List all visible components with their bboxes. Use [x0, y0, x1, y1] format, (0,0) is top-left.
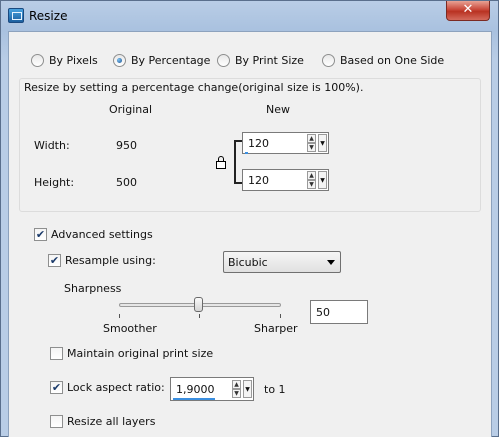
spin-up-icon[interactable]: ▲ — [307, 171, 316, 180]
maintain-print-size-checkbox[interactable]: Maintain original print size — [50, 347, 213, 360]
resize-dialog: Resize ✕ By Pixels By Percentage By Prin… — [0, 0, 499, 437]
checkbox-checked[interactable]: ✔ — [48, 254, 61, 267]
resize-all-layers-checkbox[interactable]: Resize all layers — [50, 415, 155, 428]
sharpness-slider-thumb[interactable] — [194, 297, 203, 312]
aspect-ratio-indicator — [173, 398, 215, 400]
original-column-header: Original — [109, 103, 153, 116]
radio-button-off[interactable] — [31, 54, 44, 67]
chevron-down-icon[interactable]: ▼ — [318, 134, 327, 152]
width-original-value: 950 — [116, 139, 137, 152]
chevron-down-icon[interactable]: ▼ — [243, 380, 252, 398]
spin-up-icon[interactable]: ▲ — [232, 380, 241, 389]
close-button[interactable]: ✕ — [446, 1, 490, 21]
radio-button-off[interactable] — [217, 54, 230, 67]
app-icon — [8, 8, 24, 23]
radio-by-print-size[interactable]: By Print Size — [217, 54, 304, 67]
height-spinner[interactable]: ▲ ▼ — [307, 171, 317, 189]
slider-tick — [119, 314, 120, 318]
radio-by-percentage[interactable]: By Percentage — [113, 54, 210, 67]
sharpness-value-input[interactable]: 50 — [310, 300, 368, 324]
aspect-ratio-spinner[interactable]: ▲ ▼ — [232, 380, 242, 398]
spin-up-icon[interactable]: ▲ — [307, 134, 316, 143]
aspect-lock-bracket — [234, 140, 242, 184]
radio-button-off[interactable] — [322, 54, 335, 67]
spin-down-icon[interactable]: ▼ — [232, 389, 241, 398]
radio-button-on[interactable] — [113, 54, 126, 67]
advanced-settings-checkbox[interactable]: ✔ Advanced settings — [34, 228, 153, 241]
checkbox-unchecked[interactable] — [50, 347, 63, 360]
lock-aspect-ratio-checkbox[interactable]: ✔ Lock aspect ratio: — [50, 381, 165, 394]
radio-based-on-one-side[interactable]: Based on One Side — [322, 54, 444, 67]
slider-tick — [199, 314, 200, 318]
width-preset-indicator — [245, 152, 248, 154]
chevron-down-icon — [327, 260, 335, 265]
chevron-down-icon[interactable]: ▼ — [318, 171, 327, 189]
height-new-input[interactable]: 120 ▲ ▼ ▼ — [242, 169, 329, 191]
spin-down-icon[interactable]: ▼ — [307, 180, 316, 189]
checkbox-unchecked[interactable] — [50, 415, 63, 428]
sharpness-max-label: Sharper — [254, 322, 298, 335]
width-new-input[interactable]: 120 ▲ ▼ ▼ — [242, 132, 329, 154]
spin-down-icon[interactable]: ▼ — [307, 143, 316, 152]
window-title: Resize — [29, 9, 68, 23]
sharpness-label: Sharpness — [64, 282, 122, 295]
dialog-body: By Pixels By Percentage By Print Size Ba… — [8, 31, 492, 437]
radio-by-pixels[interactable]: By Pixels — [31, 54, 98, 67]
new-column-header: New — [266, 103, 290, 116]
resize-mode-group: By Pixels By Percentage By Print Size Ba… — [9, 54, 491, 70]
resample-method-select[interactable]: Bicubic — [223, 251, 341, 273]
height-label: Height: — [34, 176, 75, 189]
lock-icon — [216, 156, 226, 169]
title-bar[interactable]: Resize ✕ — [1, 1, 498, 31]
percentage-caption: Resize by setting a percentage change(or… — [24, 81, 364, 94]
slider-tick — [280, 314, 281, 318]
resample-checkbox[interactable]: ✔ Resample using: — [48, 254, 156, 267]
checkbox-checked[interactable]: ✔ — [50, 381, 63, 394]
width-spinner[interactable]: ▲ ▼ — [307, 134, 317, 152]
sharpness-min-label: Smoother — [103, 322, 157, 335]
checkbox-checked[interactable]: ✔ — [34, 228, 47, 241]
width-label: Width: — [34, 139, 70, 152]
height-original-value: 500 — [116, 176, 137, 189]
aspect-suffix-label: to 1 — [264, 383, 286, 396]
